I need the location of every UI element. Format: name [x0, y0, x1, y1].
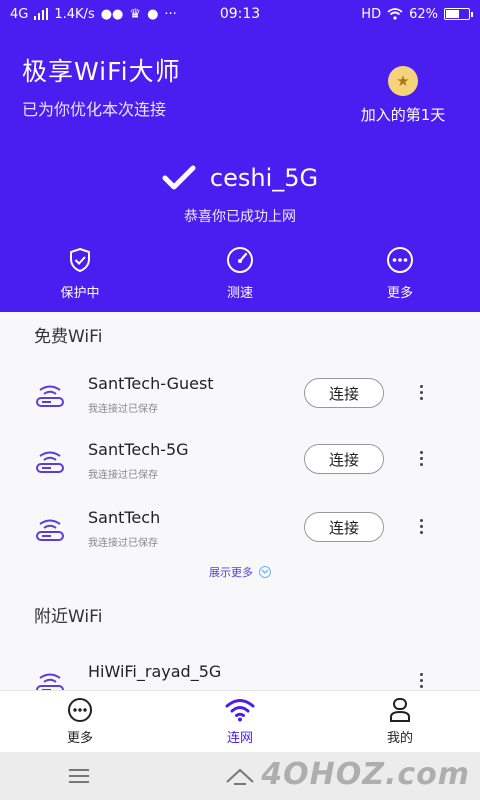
- more-vertical-icon[interactable]: [414, 514, 428, 538]
- connect-button[interactable]: 连接: [304, 512, 384, 542]
- wifi-status: 我连接过已保存: [88, 470, 158, 481]
- checkmark-icon: [162, 165, 196, 190]
- bottom-nav: 更多 连网 我的: [0, 690, 480, 752]
- wifi-list[interactable]: 免费WiFi SantTech-Guest 我连接过已保存 连接 SantTec…: [0, 312, 480, 690]
- wifi-router-icon: [36, 673, 64, 690]
- nearby-wifi-title: 附近WiFi: [34, 607, 103, 627]
- wifi-row[interactable]: SantTech 我连接过已保存 连接: [0, 502, 480, 562]
- action-more[interactable]: 更多: [320, 246, 480, 301]
- battery-icon: [444, 8, 473, 20]
- clock: 09:13: [219, 6, 261, 22]
- chat-dots-icon: [68, 698, 92, 722]
- more-vertical-icon[interactable]: [414, 668, 428, 690]
- more-circle-icon: [387, 247, 413, 273]
- nav-connect[interactable]: 连网: [160, 691, 320, 752]
- wifi-status: 我连接过已保存: [88, 538, 158, 549]
- wifi-name: SantTech-5G: [88, 440, 189, 459]
- wifi-icon: [225, 699, 255, 722]
- nav-mine-label: 我的: [386, 731, 413, 746]
- watermark: 4OHOZ.com: [261, 757, 470, 792]
- connected-ssid: ceshi_5G: [209, 164, 319, 192]
- show-more-link[interactable]: 展示更多: [0, 564, 480, 580]
- app-subtitle: 已为你优化本次连接: [22, 100, 167, 119]
- days-label: 加入的第1天: [360, 106, 446, 124]
- menu-icon[interactable]: [67, 767, 91, 785]
- wifi-name: SantTech: [88, 508, 161, 527]
- action-protection[interactable]: 保护中: [0, 246, 160, 301]
- success-message: 恭喜你已成功上网: [184, 209, 296, 225]
- nav-mine[interactable]: 我的: [320, 691, 480, 752]
- show-more-label: 展示更多: [209, 566, 253, 579]
- more-vertical-icon[interactable]: [414, 380, 428, 404]
- medal-icon: ★: [388, 66, 418, 96]
- connected-network: ceshi_5G: [0, 164, 480, 192]
- free-wifi-title: 免费WiFi: [34, 327, 103, 347]
- wifi-router-icon: [36, 451, 64, 473]
- header-actions: 保护中 测速 更多: [0, 246, 480, 301]
- action-more-label: 更多: [386, 286, 413, 301]
- speedometer-icon: [227, 247, 253, 273]
- status-bar: 4G 1.4K/s ●● ♛ ● ··· 09:13 HD 62%: [0, 0, 480, 28]
- wifi-name: SantTech-Guest: [88, 374, 214, 393]
- connect-button[interactable]: 连接: [304, 444, 384, 474]
- nav-connect-label: 连网: [226, 731, 253, 746]
- app-title: 极享WiFi大师: [22, 57, 181, 86]
- connect-button[interactable]: 连接: [304, 378, 384, 408]
- nav-more[interactable]: 更多: [0, 691, 160, 752]
- wifi-row[interactable]: SantTech-Guest 我连接过已保存 连接: [0, 368, 480, 428]
- wifi-router-icon: [36, 519, 64, 541]
- more-vertical-icon[interactable]: [414, 446, 428, 470]
- header: 极享WiFi大师 已为你优化本次连接 ★ 加入的第1天 ceshi_5G 恭喜你…: [0, 28, 480, 312]
- shield-check-icon: [70, 247, 90, 273]
- action-speedtest[interactable]: 测速: [160, 246, 320, 301]
- action-speedtest-label: 测速: [226, 286, 253, 301]
- wifi-router-icon: [36, 385, 64, 407]
- chevron-down-icon: [259, 566, 271, 578]
- home-icon[interactable]: [224, 766, 256, 786]
- wifi-status: 我连接过已保存: [88, 404, 158, 415]
- wifi-row[interactable]: HiWiFi_rayad_5G: [0, 656, 480, 690]
- user-icon: [390, 698, 410, 722]
- membership-days[interactable]: ★ 加入的第1天: [348, 66, 458, 125]
- wifi-row[interactable]: SantTech-5G 我连接过已保存 连接: [0, 434, 480, 494]
- wifi-name: HiWiFi_rayad_5G: [88, 662, 222, 681]
- nav-more-label: 更多: [66, 731, 93, 746]
- action-protection-label: 保护中: [60, 286, 100, 301]
